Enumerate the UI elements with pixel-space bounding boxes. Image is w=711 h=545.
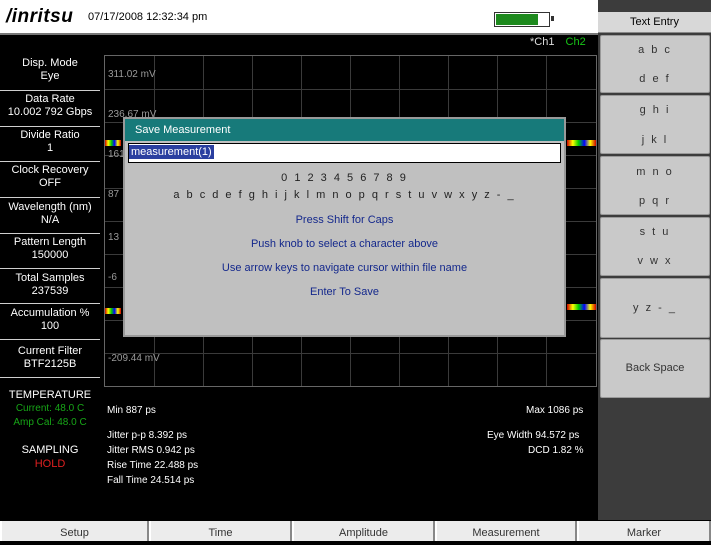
menu-measurement[interactable]: Measurement <box>435 521 577 541</box>
hint-shift-caps: Press Shift for Caps <box>295 214 394 226</box>
stat-dcd: DCD 1.82 % <box>528 445 584 456</box>
y-axis-label: 13 <box>108 232 120 243</box>
battery-tip <box>551 16 554 21</box>
grid-line <box>105 89 596 90</box>
sidebar-item-label: Divide Ratio <box>20 129 80 141</box>
softkey-line1: g h i <box>639 104 671 116</box>
softkey-line1: Back Space <box>625 362 685 374</box>
eye-trace-lower-left <box>105 308 121 314</box>
hint-arrow-keys: Use arrow keys to navigate cursor within… <box>221 262 468 274</box>
sidebar-item-value: 237539 <box>31 285 69 297</box>
menu-time[interactable]: Time <box>149 521 292 541</box>
softkey-line2: d e f <box>639 73 671 85</box>
datetime: 07/17/2008 12:32:34 pm <box>88 11 208 23</box>
hint-enter-save: Enter To Save <box>310 286 379 298</box>
sampling-status: HOLD <box>34 458 66 470</box>
softkey-yz-dash-underscore[interactable]: y z - _ <box>600 278 710 338</box>
hint-push-knob: Push knob to select a character above <box>250 238 439 250</box>
softkey-ghi-jkl[interactable]: g h i j k l <box>600 95 710 154</box>
sidebar-item-label: Pattern Length <box>13 236 87 248</box>
sidebar-item-data-rate[interactable]: Data Rate 10.002 792 Gbps <box>0 93 100 127</box>
softkey-line1: y z - _ <box>633 302 677 314</box>
temperature-title: TEMPERATURE <box>8 389 92 401</box>
brand-logo: /inritsu <box>6 6 74 27</box>
sidebar-item-value: BTF2125B <box>23 358 77 370</box>
sidebar-item-value: 1 <box>46 142 54 154</box>
sidebar-item-current-filter[interactable]: Current Filter BTF2125B <box>0 345 100 378</box>
softkey-mno-pqr[interactable]: m n o p q r <box>600 156 710 215</box>
sidebar-item-value: OFF <box>39 177 61 189</box>
sidebar-item-label: Current Filter <box>17 345 83 357</box>
filename-input[interactable]: measurement(1) <box>128 143 561 163</box>
y-axis-label: -209.44 mV <box>108 353 160 364</box>
stat-eye-width: Eye Width 94.572 ps <box>487 430 580 441</box>
softkey-menu-title: Text Entry <box>598 12 711 33</box>
sidebar-item-pattern-length[interactable]: Pattern Length 150000 <box>0 236 100 269</box>
sidebar-item-disp-mode[interactable]: Disp. Mode Eye <box>0 57 100 91</box>
menu-amplitude[interactable]: Amplitude <box>292 521 435 541</box>
y-axis-label: 311.02 mV <box>108 69 156 80</box>
softkey-line1: a b c <box>638 44 672 56</box>
eye-trace-upper-left <box>105 140 121 146</box>
eye-trace-lower-right <box>567 304 596 310</box>
sidebar-item-value: N/A <box>40 214 60 226</box>
softkey-line1: m n o <box>636 166 674 178</box>
stat-fall-time: Fall Time 24.514 ps <box>107 475 195 486</box>
digit-selector[interactable]: 0 1 2 3 4 5 6 7 8 9 <box>125 172 564 184</box>
stat-jitter-pp: Jitter p-p 8.392 ps <box>107 430 188 441</box>
sidebar-item-wavelength[interactable]: Wavelength (nm) N/A <box>0 201 100 234</box>
sidebar-item-value: Eye <box>40 70 60 82</box>
menu-setup[interactable]: Setup <box>0 521 149 541</box>
menu-marker[interactable]: Marker <box>577 521 711 541</box>
channel-2-tab[interactable]: Ch2 <box>566 36 586 48</box>
stat-min: Min 887 ps <box>107 405 156 416</box>
sidebar-item-clock-recovery[interactable]: Clock Recovery OFF <box>0 164 100 198</box>
filename-value: measurement(1) <box>129 145 214 159</box>
status-bar: /inritsu 07/17/2008 12:32:34 pm <box>0 0 598 35</box>
eye-trace-upper-right <box>567 140 596 146</box>
sidebar-item-label: Wavelength (nm) <box>8 201 92 213</box>
softkey-line2: p q r <box>638 195 671 207</box>
sidebar-item-label: Clock Recovery <box>11 164 89 176</box>
y-axis-label: 87 <box>108 189 120 200</box>
y-axis-label: -6 <box>108 272 117 283</box>
sidebar-item-label: Data Rate <box>25 93 75 105</box>
sampling-title: SAMPLING <box>21 444 79 456</box>
letter-selector[interactable]: a b c d e f g h i j k l m n o p q r s t … <box>125 189 564 201</box>
softkey-line2: v w x <box>637 255 673 267</box>
channel-indicator: *Ch1 Ch2 <box>530 36 586 48</box>
sidebar-item-accumulation[interactable]: Accumulation % 100 <box>0 307 100 340</box>
sidebar-item-label: Total Samples <box>15 272 85 284</box>
sidebar-item-label: Disp. Mode <box>22 57 78 69</box>
battery-level <box>496 14 538 25</box>
stat-jitter-rms: Jitter RMS 0.942 ps <box>107 445 195 456</box>
softkey-backspace[interactable]: Back Space <box>600 339 710 398</box>
grid-line <box>105 353 596 354</box>
softkey-stu-vwx[interactable]: s t u v w x <box>600 217 710 276</box>
softkey-line2: j k l <box>641 134 669 146</box>
softkey-abc-def[interactable]: a b c d e f <box>600 35 710 93</box>
save-measurement-dialog: Save Measurement measurement(1) 0 1 2 3 … <box>123 117 566 337</box>
dialog-title: Save Measurement <box>125 119 564 141</box>
sidebar-item-total-samples[interactable]: Total Samples 237539 <box>0 272 100 304</box>
temperature-current: Current: 48.0 C <box>15 403 85 414</box>
battery-icon <box>494 12 550 27</box>
softkey-line1: s t u <box>639 226 671 238</box>
sidebar-item-divide-ratio[interactable]: Divide Ratio 1 <box>0 129 100 162</box>
sidebar-item-value: 150000 <box>31 249 69 261</box>
sidebar-item-label: Accumulation % <box>10 307 90 319</box>
sidebar-item-value: 10.002 792 Gbps <box>7 106 93 118</box>
temperature-amp-cal: Amp Cal: 48.0 C <box>13 417 87 428</box>
stat-rise-time: Rise Time 22.488 ps <box>107 460 199 471</box>
stat-max: Max 1086 ps <box>526 405 584 416</box>
channel-1-tab[interactable]: *Ch1 <box>530 36 554 48</box>
sidebar-item-value: 100 <box>40 320 60 332</box>
